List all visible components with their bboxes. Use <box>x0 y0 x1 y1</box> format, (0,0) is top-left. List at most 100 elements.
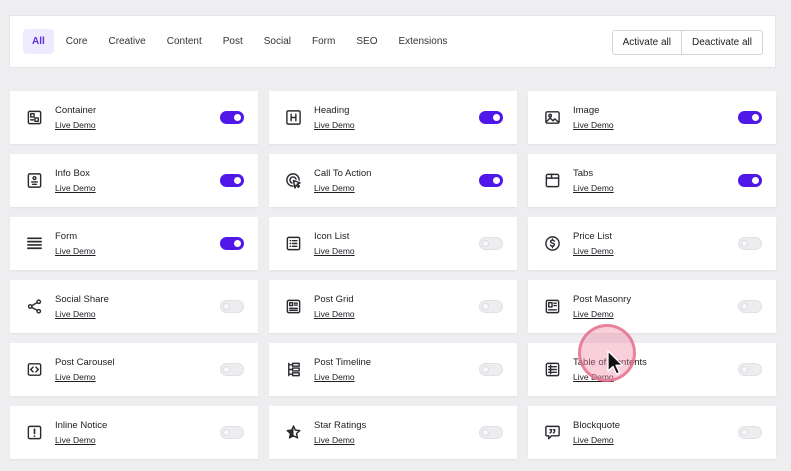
live-demo-link[interactable]: Live Demo <box>55 183 96 193</box>
live-demo-link[interactable]: Live Demo <box>573 435 614 445</box>
widget-card-form: Form Live Demo <box>10 217 258 270</box>
widget-card-info-box: Info Box Live Demo <box>10 154 258 207</box>
tab-post[interactable]: Post <box>214 29 252 54</box>
widget-title: Tabs <box>573 168 594 179</box>
icon-list-icon <box>285 235 302 252</box>
widget-card-call-to-action: Call To Action Live Demo <box>269 154 517 207</box>
mouse-cursor-icon <box>607 350 624 375</box>
live-demo-link[interactable]: Live Demo <box>55 435 96 445</box>
widget-card-inline-notice: Inline Notice Live Demo <box>10 406 258 459</box>
widget-card-price-list: Price List Live Demo <box>528 217 776 270</box>
widget-toggle[interactable] <box>738 300 762 313</box>
toggle-knob <box>482 240 489 247</box>
toggle-knob <box>741 303 748 310</box>
toggle-knob <box>752 177 759 184</box>
widget-toggle[interactable] <box>220 174 244 187</box>
widget-title: Price List <box>573 231 613 242</box>
live-demo-link[interactable]: Live Demo <box>55 372 96 382</box>
live-demo-link[interactable]: Live Demo <box>314 309 355 319</box>
toggle-knob <box>493 114 500 121</box>
widget-card-blockquote: Blockquote Live Demo <box>528 406 776 459</box>
widget-title: Call To Action <box>314 168 372 179</box>
live-demo-link[interactable]: Live Demo <box>314 183 355 193</box>
widget-title: Info Box <box>55 168 90 179</box>
widget-toggle[interactable] <box>220 363 244 376</box>
toggle-knob <box>741 429 748 436</box>
widget-card-star-ratings: Star Ratings Live Demo <box>269 406 517 459</box>
form-icon <box>26 235 43 252</box>
table-of-contents-icon <box>544 361 561 378</box>
widget-toggle[interactable] <box>220 300 244 313</box>
widget-card-container: Container Live Demo <box>10 91 258 144</box>
live-demo-link[interactable]: Live Demo <box>573 309 614 319</box>
container-icon <box>26 109 43 126</box>
deactivate-all-button[interactable]: Deactivate all <box>680 31 762 54</box>
widget-title: Inline Notice <box>55 420 108 431</box>
widget-title: Blockquote <box>573 420 621 431</box>
widget-toggle[interactable] <box>479 174 503 187</box>
blockquote-icon <box>544 424 561 441</box>
live-demo-link[interactable]: Live Demo <box>314 372 355 382</box>
tab-creative[interactable]: Creative <box>99 29 154 54</box>
widget-card-post-timeline: Post Timeline Live Demo <box>269 343 517 396</box>
tab-extensions[interactable]: Extensions <box>389 29 456 54</box>
widget-toggle[interactable] <box>738 237 762 250</box>
heading-icon <box>285 109 302 126</box>
widget-title: Icon List <box>314 231 350 242</box>
live-demo-link[interactable]: Live Demo <box>314 246 355 256</box>
toggle-knob <box>223 429 230 436</box>
widget-title: Post Grid <box>314 294 354 305</box>
widget-title: Post Carousel <box>55 357 115 368</box>
toggle-knob <box>234 114 241 121</box>
info-box-icon <box>26 172 43 189</box>
bulk-action-buttons: Activate all Deactivate all <box>611 30 763 55</box>
tab-all[interactable]: All <box>23 29 54 54</box>
post-timeline-icon <box>285 361 302 378</box>
social-share-icon <box>26 298 43 315</box>
widget-toggle[interactable] <box>738 111 762 124</box>
live-demo-link[interactable]: Live Demo <box>573 183 614 193</box>
live-demo-link[interactable]: Live Demo <box>314 435 355 445</box>
star-ratings-icon <box>285 424 302 441</box>
toggle-knob <box>741 240 748 247</box>
tab-social[interactable]: Social <box>255 29 300 54</box>
widget-toggle[interactable] <box>479 237 503 250</box>
widget-card-table-of-contents: Table of Contents Live Demo <box>528 343 776 396</box>
widget-toggle[interactable] <box>479 300 503 313</box>
toggle-knob <box>482 429 489 436</box>
widget-toggle[interactable] <box>479 363 503 376</box>
toggle-knob <box>493 177 500 184</box>
activate-all-button[interactable]: Activate all <box>613 31 681 54</box>
widget-toggle[interactable] <box>738 174 762 187</box>
widget-toggle[interactable] <box>220 426 244 439</box>
toggle-knob <box>752 114 759 121</box>
tab-form[interactable]: Form <box>303 29 344 54</box>
toggle-knob <box>223 303 230 310</box>
call-to-action-icon <box>285 172 302 189</box>
widget-toggle[interactable] <box>738 426 762 439</box>
inline-notice-icon <box>26 424 43 441</box>
widget-toggle[interactable] <box>738 363 762 376</box>
widget-title: Post Masonry <box>573 294 632 305</box>
post-masonry-icon <box>544 298 561 315</box>
live-demo-link[interactable]: Live Demo <box>573 120 614 130</box>
live-demo-link[interactable]: Live Demo <box>55 246 96 256</box>
post-grid-icon <box>285 298 302 315</box>
tab-seo[interactable]: SEO <box>347 29 386 54</box>
live-demo-link[interactable]: Live Demo <box>573 246 614 256</box>
widget-card-icon-list: Icon List Live Demo <box>269 217 517 270</box>
widget-card-post-masonry: Post Masonry Live Demo <box>528 280 776 333</box>
widget-toggle[interactable] <box>220 111 244 124</box>
live-demo-link[interactable]: Live Demo <box>314 120 355 130</box>
live-demo-link[interactable]: Live Demo <box>55 309 96 319</box>
tab-core[interactable]: Core <box>57 29 97 54</box>
widget-toggle[interactable] <box>479 111 503 124</box>
widget-toggle[interactable] <box>479 426 503 439</box>
toggle-knob <box>223 366 230 373</box>
tab-content[interactable]: Content <box>158 29 211 54</box>
toggle-knob <box>234 177 241 184</box>
widget-grid: Container Live Demo Heading Live Demo Image L… <box>10 91 776 459</box>
widget-toggle[interactable] <box>220 237 244 250</box>
toggle-knob <box>234 240 241 247</box>
live-demo-link[interactable]: Live Demo <box>55 120 96 130</box>
